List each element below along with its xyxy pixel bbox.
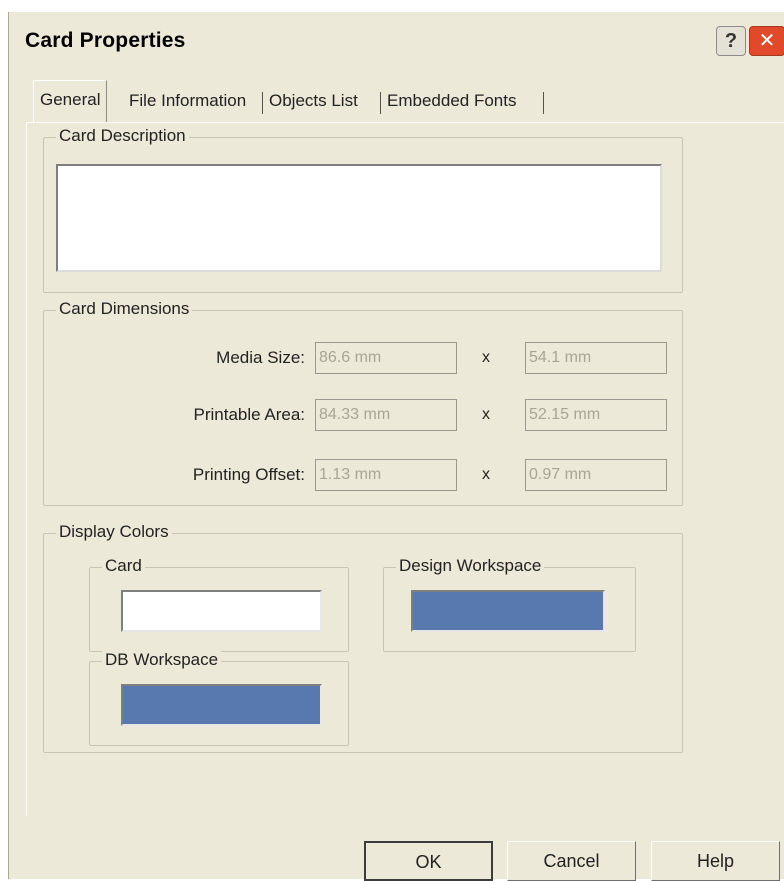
window-title: Card Properties: [25, 29, 186, 52]
printable-area-height-field: 52.15 mm: [525, 399, 667, 431]
card-description-group: Card Description: [43, 126, 683, 293]
title-bar[interactable]: Card Properties ? ✕: [9, 12, 784, 70]
close-icon[interactable]: ✕: [749, 26, 784, 56]
db-workspace-color-legend: DB Workspace: [102, 650, 222, 670]
tab-objects-list[interactable]: Objects List: [269, 82, 358, 120]
help-icon[interactable]: ?: [716, 26, 746, 56]
ok-button[interactable]: OK: [364, 841, 493, 881]
display-colors-legend: Display Colors: [56, 522, 172, 542]
tab-embedded-fonts[interactable]: Embedded Fonts: [387, 82, 516, 120]
media-size-width-field: 86.6 mm: [315, 342, 457, 374]
tab-separator: [380, 92, 381, 114]
tab-general[interactable]: General: [33, 80, 108, 122]
tab-strip: General File Information Objects List Em…: [9, 80, 784, 122]
printing-offset-height-field: 0.97 mm: [525, 459, 667, 491]
times-symbol: x: [482, 349, 490, 366]
card-dimensions-legend: Card Dimensions: [56, 299, 193, 319]
card-description-input[interactable]: [56, 164, 662, 272]
printing-offset-width-field: 1.13 mm: [315, 459, 457, 491]
card-properties-dialog: Card Properties ? ✕ General File Informa…: [8, 12, 784, 881]
tab-separator: [543, 92, 544, 114]
card-description-legend: Card Description: [56, 126, 189, 146]
tab-separator: [262, 92, 263, 114]
media-size-label: Media Size:: [216, 348, 305, 367]
printable-area-width-field: 84.33 mm: [315, 399, 457, 431]
times-symbol: x: [482, 406, 490, 423]
card-color-swatch[interactable]: [121, 590, 322, 632]
design-workspace-color-legend: Design Workspace: [396, 556, 545, 576]
help-button[interactable]: Help: [651, 841, 780, 881]
printable-area-label: Printable Area:: [193, 405, 305, 424]
db-workspace-color-swatch[interactable]: [121, 684, 322, 726]
media-size-height-field: 54.1 mm: [525, 342, 667, 374]
cancel-button[interactable]: Cancel: [507, 841, 636, 881]
card-color-legend: Card: [102, 556, 145, 576]
times-symbol: x: [482, 466, 490, 483]
tab-file-information[interactable]: File Information: [129, 82, 246, 120]
printing-offset-label: Printing Offset:: [192, 465, 305, 484]
design-workspace-color-swatch[interactable]: [411, 590, 605, 632]
